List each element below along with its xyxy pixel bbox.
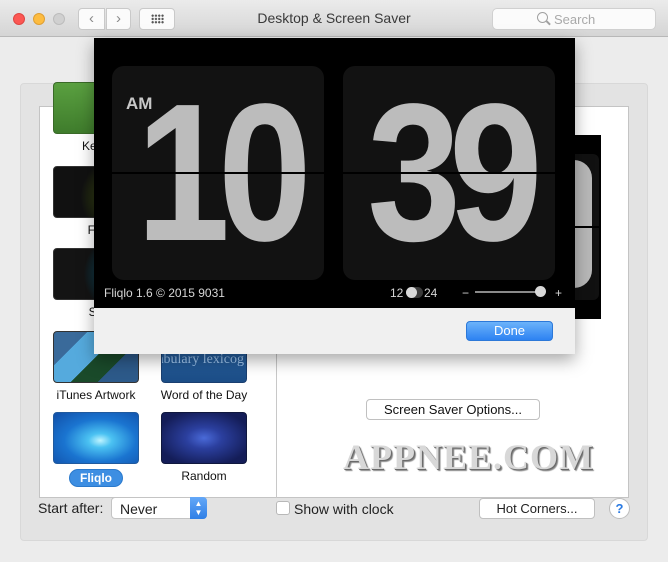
title-bar: ‹ › Desktop & Screen Saver Search (0, 0, 668, 37)
search-field[interactable]: Search (492, 8, 656, 30)
time-format-toggle[interactable] (406, 287, 423, 298)
show-with-clock-label[interactable]: Show with clock (294, 501, 394, 517)
word-thumb-text: abulary lexicog (161, 352, 244, 367)
format-12-label: 12 (390, 286, 404, 300)
show-with-clock-checkbox[interactable] (276, 501, 290, 515)
screensaver-label: iTunes Artwork (56, 388, 136, 402)
start-after-label: Start after: (38, 500, 104, 516)
start-after-value: Never (120, 501, 158, 517)
random-thumbnail (161, 412, 247, 464)
fliqlo-thumbnail (53, 412, 139, 464)
hours-flip-card: 10 AM (112, 66, 324, 280)
updown-chevron-icon: ▲ ▼ (190, 497, 207, 519)
size-increase-icon[interactable]: + (555, 286, 562, 300)
start-after-select[interactable]: Never ▲ ▼ (111, 497, 207, 519)
ampm-indicator: AM (126, 94, 153, 113)
preview-digit (572, 160, 592, 288)
screensaver-label-selected: Fliqlo (69, 469, 123, 487)
size-slider-knob[interactable] (534, 286, 546, 297)
screensaver-item-random[interactable]: Random (160, 412, 248, 483)
search-icon (537, 12, 548, 23)
help-button[interactable]: ? (609, 498, 630, 519)
flip-seam (343, 172, 555, 174)
screensaver-label: Random (181, 469, 227, 483)
fliqlo-options-sheet: 10 AM 39 Fliqlo 1.6 © 2015 9031 12 24 − … (94, 38, 575, 354)
size-decrease-icon[interactable]: − (462, 286, 469, 300)
minutes-flip-card: 39 (343, 66, 555, 280)
format-24-label: 24 (424, 286, 438, 300)
search-placeholder: Search (554, 12, 596, 27)
version-text: Fliqlo 1.6 © 2015 9031 (104, 286, 225, 300)
hot-corners-button[interactable]: Hot Corners... (479, 498, 595, 519)
flip-seam (112, 172, 324, 174)
screen-saver-options-button[interactable]: Screen Saver Options... (366, 399, 540, 420)
clock-preview: 10 AM 39 Fliqlo 1.6 © 2015 9031 12 24 − … (94, 38, 575, 308)
screensaver-item-fliqlo[interactable]: Fliqlo (52, 412, 140, 487)
done-button[interactable]: Done (466, 321, 553, 341)
screensaver-label: Word of the Day (160, 388, 248, 402)
watermark: APPNEE.COM (343, 437, 594, 477)
